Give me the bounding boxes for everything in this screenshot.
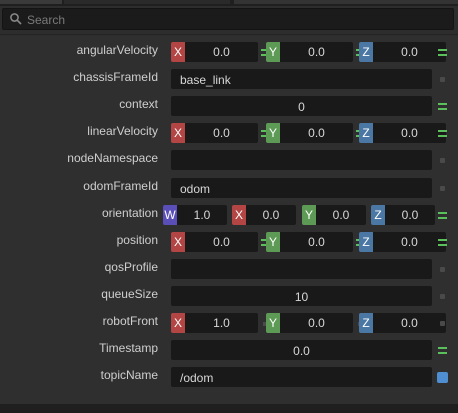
property-label: position [116, 232, 158, 247]
number-field[interactable]: 10 [171, 285, 432, 306]
axis-y-field[interactable]: 0.0 [316, 204, 366, 225]
property-label: Timestamp [99, 341, 158, 356]
property-row-orientation: orientation W 1.0 X 0.0 Y 0.0 Z 0.0 [0, 201, 458, 228]
property-row-nodenamespace: nodeNamespace [0, 146, 458, 173]
axis-x-field[interactable]: 0.0 [185, 123, 258, 144]
default-state-icon[interactable] [440, 77, 445, 83]
property-row-linearvelocity: linearVelocity X 0.0 Y 0.0 Z 0.0 [0, 119, 458, 146]
axis-y-label: Y [266, 231, 280, 252]
property-row-angularvelocity: angularVelocity X 0.0 Y 0.0 Z 0.0 [0, 38, 458, 65]
axis-y-label: Y [266, 42, 280, 62]
linked-state-icon[interactable] [438, 238, 447, 246]
default-state-icon[interactable] [440, 158, 445, 164]
property-label: context [119, 97, 158, 112]
linked-state-icon[interactable] [438, 211, 447, 219]
axis-y-field[interactable]: 0.0 [280, 231, 353, 252]
axis-z-field[interactable]: 0.0 [373, 313, 446, 333]
tab-property[interactable] [0, 0, 62, 4]
property-row-topicname: topicName/odom [0, 363, 458, 390]
field-value: /odom [180, 371, 214, 386]
axis-x-field[interactable]: 0.0 [185, 42, 258, 62]
linked-state-icon[interactable] [438, 49, 447, 56]
field-value: odom [180, 181, 211, 196]
default-state-icon[interactable] [440, 185, 445, 191]
property-row-context: context 0 [0, 92, 458, 119]
text-field[interactable]: /odom [171, 367, 432, 388]
field-value: base_link [180, 73, 231, 88]
property-label: odomFrameId [83, 178, 158, 193]
field-value: 10 [294, 289, 309, 304]
axis-w-label: W [163, 204, 177, 225]
axis-x-label: X [232, 204, 246, 225]
default-state-icon[interactable] [440, 266, 445, 272]
axis-y-label: Y [302, 204, 316, 225]
axis-z-field[interactable]: 0.0 [373, 231, 446, 252]
property-label: topicName [100, 368, 158, 383]
axis-y-label: Y [266, 123, 280, 144]
axis-z-field[interactable]: 0.0 [373, 42, 446, 62]
axis-x-label: X [171, 123, 185, 144]
axis-y-field[interactable]: 0.0 [280, 313, 353, 333]
property-label: angularVelocity [76, 43, 158, 57]
search-box[interactable] [2, 8, 454, 30]
property-row-position: position X 0.0 Y 0.0 Z 0.0 [0, 228, 458, 255]
text-field[interactable] [171, 150, 432, 171]
search-input[interactable] [25, 10, 449, 30]
axis-z-field[interactable]: 0.0 [373, 123, 446, 144]
property-row-odomframeid: odomFrameId odom [0, 174, 458, 201]
number-field[interactable]: 0.0 [171, 340, 432, 361]
top-tab-strip [0, 0, 458, 6]
axis-x-field[interactable]: 0.0 [185, 231, 258, 252]
field-value: 0 [298, 100, 305, 115]
property-label: chassisFrameId [73, 70, 158, 85]
property-label: linearVelocity [87, 124, 158, 139]
modified-state-icon[interactable] [437, 372, 448, 384]
linked-state-icon[interactable] [438, 130, 447, 138]
property-label: qosProfile [104, 259, 158, 274]
axis-w-field[interactable]: 1.0 [177, 204, 227, 225]
axis-x-field[interactable]: 0.0 [246, 204, 296, 225]
text-field[interactable]: odom [171, 177, 432, 198]
property-row-robotfront: robotFront X 1.0 Y 0.0 Z 0.0 [0, 309, 458, 336]
text-field[interactable] [171, 258, 432, 279]
property-label: queueSize [101, 286, 158, 301]
bottom-bar [0, 404, 458, 413]
tab-secondary[interactable] [64, 0, 230, 4]
axis-z-label: Z [359, 231, 373, 252]
property-label: orientation [101, 205, 158, 220]
axis-x-field[interactable]: 1.0 [185, 313, 258, 333]
property-row-qosprofile: qosProfile [0, 255, 458, 282]
default-state-icon[interactable] [440, 321, 445, 326]
property-panel: angularVelocity X 0.0 Y 0.0 Z 0.0 chassisFrameI… [0, 36, 458, 404]
axis-z-label: Z [371, 204, 385, 225]
linked-state-icon[interactable] [438, 347, 447, 355]
linked-state-icon[interactable] [438, 103, 447, 111]
property-label: robotFront [102, 314, 158, 328]
axis-x-label: X [171, 313, 185, 333]
axis-x-label: X [171, 231, 185, 252]
axis-z-label: Z [359, 313, 373, 333]
text-field[interactable]: base_link [171, 69, 432, 90]
divider [0, 34, 458, 35]
field-value: 0.0 [293, 344, 310, 359]
axis-x-label: X [171, 42, 185, 62]
axis-z-field[interactable]: 0.0 [385, 204, 435, 225]
property-row-queuesize: queueSize 10 [0, 282, 458, 309]
axis-y-field[interactable]: 0.0 [280, 42, 353, 62]
property-row-timestamp: Timestamp 0.0 [0, 336, 458, 363]
default-state-icon[interactable] [440, 293, 445, 299]
axis-y-label: Y [266, 313, 280, 333]
search-icon [10, 13, 22, 25]
axis-y-field[interactable]: 0.0 [280, 123, 353, 144]
axis-z-label: Z [359, 123, 373, 144]
property-label: nodeNamespace [67, 151, 158, 166]
axis-z-label: Z [359, 42, 373, 62]
tab-tertiary[interactable] [234, 0, 458, 4]
number-field[interactable]: 0 [171, 96, 432, 117]
property-row-chassisframeid: chassisFrameId base_link [0, 65, 458, 92]
